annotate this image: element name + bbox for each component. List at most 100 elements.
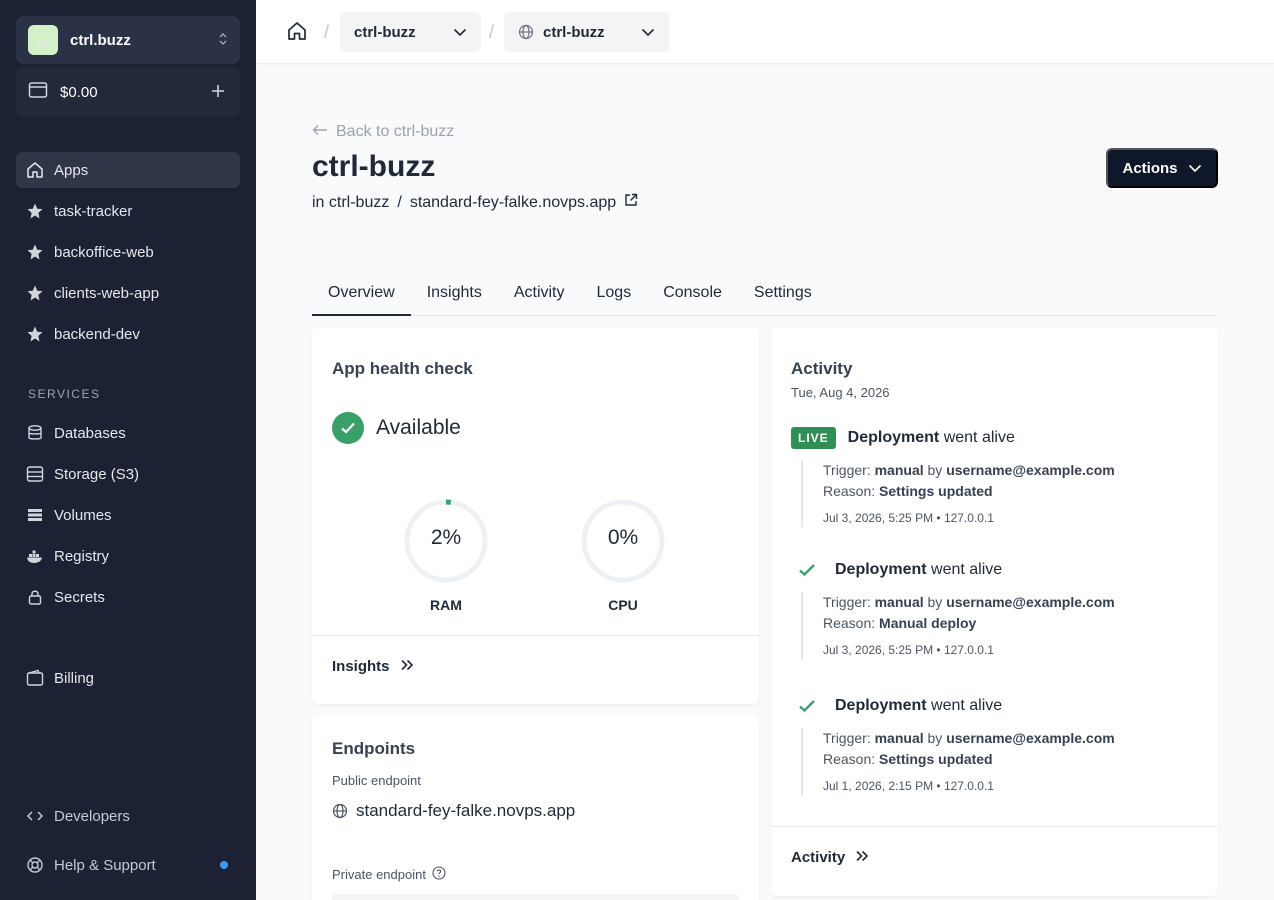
- event-header: Deployment went alive: [791, 694, 1198, 718]
- tab-settings[interactable]: Settings: [738, 276, 828, 316]
- by-label: by: [927, 594, 943, 610]
- sidebar: ☕ ctrl.buzz $0.00 Apps task-tracker back…: [0, 0, 256, 900]
- add-funds-icon[interactable]: [208, 81, 228, 104]
- ram-value: 2%: [430, 526, 462, 549]
- chevron-up-down-icon: [218, 31, 228, 49]
- public-endpoint-value: standard-fey-falke.novps.app: [356, 801, 576, 820]
- activity-title: Activity: [791, 359, 853, 378]
- app-domain-link[interactable]: standard-fey-falke.novps.app: [410, 194, 616, 212]
- project-selector[interactable]: ctrl-buzz: [340, 12, 481, 52]
- sidebar-item-label: backend-dev: [54, 325, 140, 343]
- cpu-value: 0%: [607, 526, 639, 549]
- double-chevron-right-icon: [400, 658, 414, 675]
- event-details: Trigger: manual by username@example.com …: [801, 460, 1198, 527]
- sidebar-item-label: Volumes: [54, 506, 112, 524]
- event-meta: Jul 3, 2026, 5:25 PM • 127.0.0.1: [823, 643, 994, 657]
- reason-label: Reason:: [823, 615, 876, 631]
- breadcrumb-separator: /: [324, 22, 330, 42]
- trigger-user: username@example.com: [946, 730, 1115, 746]
- sidebar-item-billing[interactable]: Billing: [16, 660, 240, 696]
- star-icon: [26, 202, 44, 220]
- cpu-label: CPU: [608, 597, 638, 613]
- project-context: in ctrl-buzz: [312, 193, 390, 211]
- home-icon[interactable]: [286, 20, 310, 44]
- back-link-label: Back to ctrl-buzz: [336, 123, 455, 140]
- live-badge: LIVE: [791, 427, 836, 449]
- trigger-user: username@example.com: [946, 462, 1115, 478]
- sidebar-item-volumes[interactable]: Volumes: [16, 497, 240, 533]
- sidebar-item-registry[interactable]: Registry: [16, 538, 240, 574]
- event-title: Deployment: [835, 697, 927, 714]
- database-icon: [26, 424, 44, 442]
- reason-label: Reason:: [823, 483, 876, 499]
- sidebar-item-apps[interactable]: Apps: [16, 152, 240, 188]
- sidebar-item-task-tracker[interactable]: task-tracker: [16, 193, 240, 229]
- sidebar-item-label: task-tracker: [54, 202, 133, 220]
- tab-logs[interactable]: Logs: [581, 276, 648, 316]
- actions-button[interactable]: Actions: [1106, 148, 1218, 188]
- event-title: Deployment: [835, 561, 927, 578]
- sidebar-item-label: Developers: [54, 807, 130, 825]
- cpu-gauge: 0%: [580, 498, 666, 584]
- health-check-card: App health check Available 2% RAM 0% CPU…: [312, 328, 759, 704]
- sidebar-item-secrets[interactable]: Secrets: [16, 579, 240, 615]
- notification-dot: [220, 861, 228, 869]
- activity-link-label: Activity: [791, 849, 846, 866]
- check-icon: [791, 699, 823, 713]
- sidebar-item-label: Help & Support: [54, 856, 156, 874]
- wallet-icon: [28, 81, 48, 104]
- sidebar-item-databases[interactable]: Databases: [16, 415, 240, 451]
- sidebar-item-label: Databases: [54, 424, 126, 442]
- page-title: ctrl-buzz: [312, 150, 436, 183]
- external-link-icon[interactable]: [624, 193, 638, 212]
- sidebar-item-label: Registry: [54, 547, 110, 565]
- top-bar: / ctrl-buzz / ctrl-buzz: [256, 0, 1274, 64]
- sidebar-item-label: Apps: [54, 161, 89, 179]
- lifebuoy-icon: [26, 856, 44, 874]
- insights-link[interactable]: Insights: [332, 658, 414, 675]
- sidebar-item-backoffice-web[interactable]: backoffice-web: [16, 234, 240, 270]
- activity-event: LIVE Deployment went alive Trigger: manu…: [791, 426, 1198, 527]
- globe-icon: [518, 24, 534, 40]
- trigger-value: manual: [874, 730, 924, 746]
- tab-console[interactable]: Console: [647, 276, 738, 316]
- activity-event: Deployment went alive Trigger: manual by…: [791, 694, 1198, 795]
- balance-widget: $0.00: [16, 68, 240, 116]
- tab-insights[interactable]: Insights: [411, 276, 498, 316]
- project-name: ctrl-buzz: [354, 23, 416, 41]
- sidebar-item-storage[interactable]: Storage (S3): [16, 456, 240, 492]
- activity-card: Activity Tue, Aug 4, 2026 LIVE Deploymen…: [771, 328, 1218, 896]
- sidebar-item-clients-web-app[interactable]: clients-web-app: [16, 275, 240, 311]
- code-icon: [26, 807, 44, 825]
- team-switcher[interactable]: ☕ ctrl.buzz: [16, 16, 240, 64]
- help-circle-icon[interactable]: [432, 866, 446, 883]
- subtitle-separator: /: [397, 193, 402, 211]
- activity-link[interactable]: Activity: [791, 849, 869, 866]
- balance-amount: $0.00: [60, 83, 98, 101]
- home-icon: [26, 161, 44, 179]
- star-icon: [26, 284, 44, 302]
- event-suffix: went alive: [931, 697, 1003, 714]
- trigger-value: manual: [874, 594, 924, 610]
- app-subtitle: in ctrl-buzz / standard-fey-falke.novps.…: [312, 193, 638, 212]
- wallet-icon: [26, 669, 44, 687]
- lock-icon: [26, 588, 44, 606]
- public-endpoint[interactable]: standard-fey-falke.novps.app: [332, 801, 575, 821]
- tab-bar: Overview Insights Activity Logs Console …: [312, 276, 1218, 316]
- health-check-title: App health check: [332, 359, 473, 378]
- sidebar-item-developers[interactable]: Developers: [16, 798, 240, 834]
- tab-activity[interactable]: Activity: [498, 276, 581, 316]
- event-suffix: went alive: [943, 429, 1015, 446]
- globe-icon: [332, 803, 348, 819]
- health-status-label: Available: [376, 416, 461, 439]
- back-link[interactable]: Back to ctrl-buzz: [312, 123, 454, 141]
- sidebar-item-backend-dev[interactable]: backend-dev: [16, 316, 240, 352]
- private-endpoint-label: Private endpoint: [332, 867, 426, 882]
- private-endpoint-field[interactable]: [332, 894, 739, 900]
- event-header: Deployment went alive: [791, 558, 1198, 582]
- environment-selector[interactable]: ctrl-buzz: [504, 12, 669, 52]
- event-details: Trigger: manual by username@example.com …: [801, 592, 1198, 659]
- volumes-icon: [26, 506, 44, 524]
- sidebar-item-help[interactable]: Help & Support: [16, 847, 240, 883]
- tab-overview[interactable]: Overview: [312, 276, 411, 316]
